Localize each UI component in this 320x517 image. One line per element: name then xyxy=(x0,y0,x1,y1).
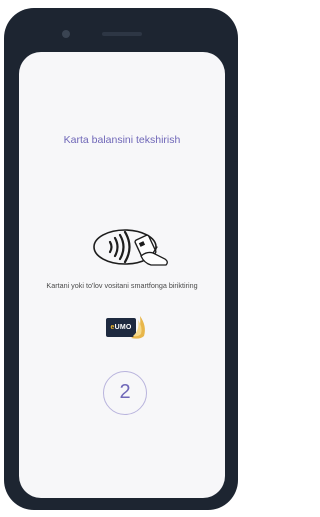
humo-wing-icon xyxy=(131,316,145,339)
camera-icon xyxy=(62,30,70,38)
phone-frame: Karta balansini tekshirish Kartani yoki … xyxy=(4,8,238,510)
side-button xyxy=(234,116,237,162)
page-title: Karta balansini tekshirish xyxy=(63,134,181,146)
step-indicator: 2 xyxy=(103,371,147,415)
humo-logo: eUMO xyxy=(106,314,148,340)
instruction-text: Kartani yoki to'lov vositani smartfonga … xyxy=(46,281,198,290)
logo-text: UMO xyxy=(114,324,132,331)
speaker-grille xyxy=(102,32,142,36)
contactless-card-tap-icon xyxy=(91,225,171,269)
phone-screen: Karta balansini tekshirish Kartani yoki … xyxy=(19,52,225,498)
